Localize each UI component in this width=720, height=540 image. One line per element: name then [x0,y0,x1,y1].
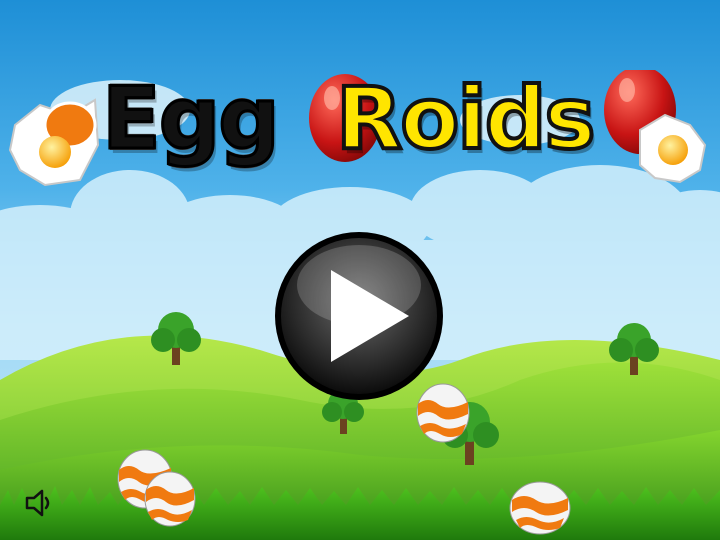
play-icon [275,232,443,400]
striped-egg-4 [509,481,571,535]
striped-egg-3 [144,471,196,527]
sound-toggle-button[interactable] [24,488,58,518]
cracked-egg-left-icon [8,98,100,187]
striped-egg-1 [416,383,470,443]
play-button[interactable] [273,230,445,402]
game-title-egg: Egg [101,69,282,169]
game-screen: Egg Roids [0,0,720,540]
game-title-roids: Roids [334,69,598,169]
fried-egg-right-icon [639,113,707,184]
speaker-icon [25,489,50,517]
